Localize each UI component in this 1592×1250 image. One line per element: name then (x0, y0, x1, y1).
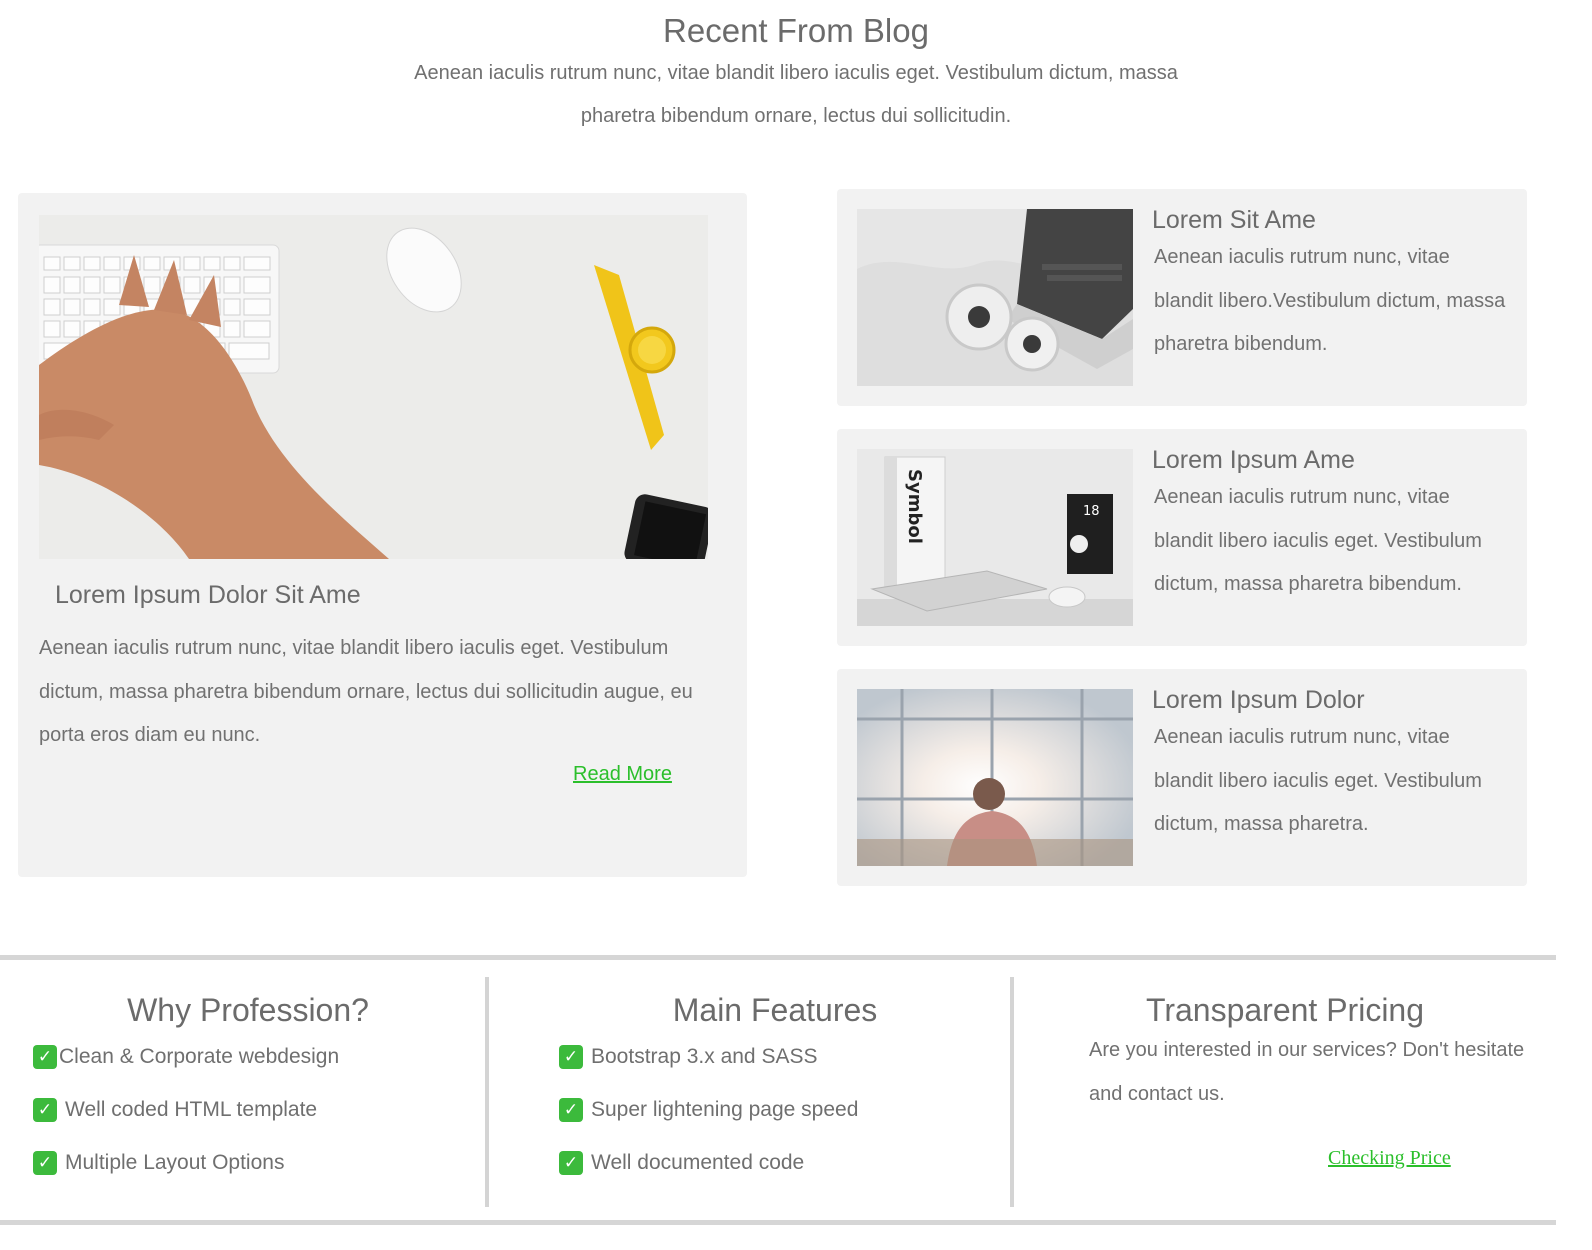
side-post-title[interactable]: Lorem Ipsum Ame (1152, 446, 1355, 475)
section-subtitle: Aenean iaculis rutrum nunc, vitae blandi… (414, 62, 1178, 127)
headphones-laptop-photo (857, 209, 1133, 386)
svg-text:18: 18 (1083, 504, 1100, 519)
keyboard-desk-photo (39, 215, 708, 559)
check-mark-icon: ✓ (33, 1045, 57, 1069)
side-post-card: Symbol 18 Lorem Ipsum Ame Aenean iaculis… (837, 429, 1527, 646)
side-post-excerpt: Aenean iaculis rutrum nunc, vitae blandi… (1154, 486, 1482, 595)
side-post-title[interactable]: Lorem Ipsum Dolor (1152, 686, 1365, 715)
side-post-image[interactable] (857, 209, 1133, 386)
featured-post-title[interactable]: Lorem Ipsum Dolor Sit Ame (55, 581, 361, 610)
list-item: ✓ Well coded HTML template (33, 1095, 339, 1125)
read-more-link[interactable]: Read More (573, 763, 672, 786)
list-item-label: Well documented code (591, 1151, 805, 1174)
section-title: Recent From Blog (663, 12, 929, 49)
side-post-excerpt: Aenean iaculis rutrum nunc, vitae blandi… (1154, 246, 1506, 355)
footer-top-divider (0, 955, 1556, 960)
list-item: ✓ Multiple Layout Options (33, 1148, 339, 1178)
list-item: ✓ Super lightening page speed (559, 1095, 858, 1125)
transparent-pricing-title: Transparent Pricing (1145, 992, 1425, 1028)
check-mark-icon: ✓ (559, 1098, 583, 1122)
side-post-card: Lorem Sit Ame Aenean iaculis rutrum nunc… (837, 189, 1527, 406)
list-item: ✓ Well documented code (559, 1148, 858, 1178)
pricing-description: Are you interested in our services? Don'… (1089, 1039, 1525, 1105)
why-profession-list: ✓ Clean & Corporate webdesign ✓ Well cod… (33, 1042, 339, 1178)
list-item: ✓ Clean & Corporate webdesign (33, 1042, 339, 1072)
featured-post-card: Lorem Ipsum Dolor Sit Ame Aenean iaculis… (18, 193, 747, 877)
side-post-card: Lorem Ipsum Dolor Aenean iaculis rutrum … (837, 669, 1527, 886)
featured-post-excerpt: Aenean iaculis rutrum nunc, vitae blandi… (39, 637, 693, 746)
main-features-title: Main Features (672, 992, 878, 1028)
check-mark-icon: ✓ (33, 1151, 57, 1175)
why-profession-title: Why Profession? (127, 992, 369, 1028)
checking-price-link[interactable]: Checking Price (1328, 1147, 1451, 1170)
book-laptop-photo: Symbol 18 (857, 449, 1133, 626)
list-item: ✓ Bootstrap 3.x and SASS (559, 1042, 858, 1072)
check-mark-icon: ✓ (559, 1045, 583, 1069)
footer-bottom-divider (0, 1220, 1556, 1225)
side-post-image[interactable]: Symbol 18 (857, 449, 1133, 626)
list-item-label: Bootstrap 3.x and SASS (591, 1045, 818, 1068)
featured-post-image[interactable] (39, 215, 708, 559)
check-mark-icon: ✓ (33, 1098, 57, 1122)
list-item-label: Super lightening page speed (591, 1098, 859, 1121)
check-mark-icon: ✓ (559, 1151, 583, 1175)
column-divider (1010, 977, 1014, 1207)
svg-text:Symbol: Symbol (904, 469, 925, 544)
list-item-label: Clean & Corporate webdesign (59, 1045, 340, 1068)
side-post-image[interactable] (857, 689, 1133, 866)
list-item-label: Well coded HTML template (65, 1098, 318, 1121)
column-divider (485, 977, 489, 1207)
main-features-list: ✓ Bootstrap 3.x and SASS ✓ Super lighten… (559, 1042, 858, 1178)
side-post-excerpt: Aenean iaculis rutrum nunc, vitae blandi… (1154, 726, 1482, 835)
window-office-photo (857, 689, 1133, 866)
list-item-label: Multiple Layout Options (65, 1151, 285, 1174)
side-post-title[interactable]: Lorem Sit Ame (1152, 206, 1316, 235)
